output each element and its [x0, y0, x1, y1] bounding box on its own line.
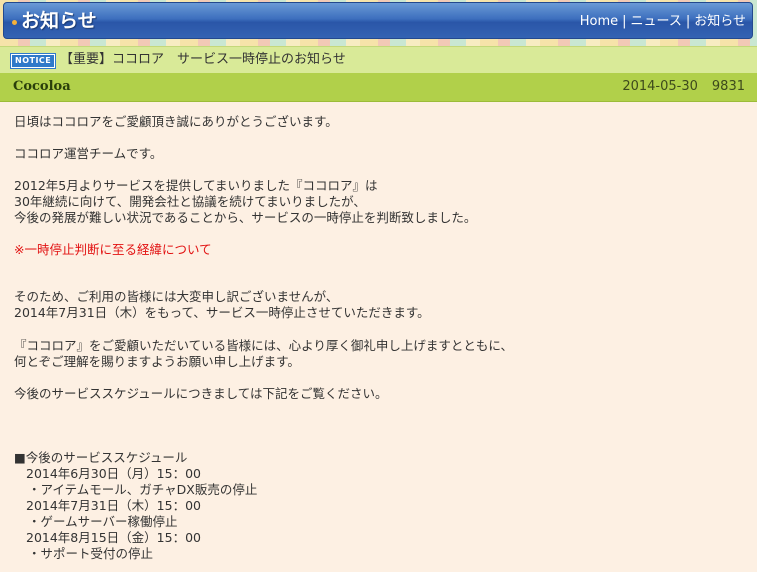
- breadcrumb-news-link[interactable]: ニュース: [631, 14, 682, 29]
- notice-body: 日頃はココロアをご愛顧頂き誠にありがとうございます。 ココロア運営チームです。 …: [0, 102, 757, 572]
- schedule-item: ・サポート受付の停止: [28, 546, 154, 561]
- notice-badge: NOTICE: [9, 53, 57, 69]
- view-count: 9831: [711, 79, 745, 94]
- body-text: 日頃はココロアをご愛顧頂き誠にありがとうございます。: [14, 114, 338, 129]
- page-header: お知らせ Home | ニュース | お知らせ: [3, 2, 753, 39]
- bullet-icon: [12, 20, 17, 25]
- body-text: 2012年5月よりサービスを提供してまいりました『ココロア』は: [14, 178, 378, 193]
- notice-title-bar: NOTICE 【重要】ココロア サービス一時停止のお知らせ: [0, 46, 757, 73]
- schedule-item: ・アイテムモール、ガチャDX販売の停止: [28, 482, 258, 497]
- schedule-date: 2014年7月31日（木）15：00: [26, 498, 201, 513]
- notice-meta-bar: Cocoloa 2014-05-30 9831: [0, 73, 757, 102]
- schedule-item: ・ゲームサーバー稼働停止: [28, 514, 178, 529]
- page-title: お知らせ: [21, 10, 97, 32]
- schedule-date: 2014年6月30日（月）15：00: [26, 466, 201, 481]
- breadcrumb: Home | ニュース | お知らせ: [580, 14, 746, 30]
- body-text: 2014年7月31日（木）をもって、サービス一時停止させていただきます。: [14, 305, 430, 320]
- breadcrumb-separator: |: [622, 14, 627, 29]
- breadcrumb-home-link[interactable]: Home: [580, 14, 618, 29]
- background-explanation-link[interactable]: ※一時停止判断に至る経緯について: [14, 242, 212, 258]
- breadcrumb-notice-link[interactable]: お知らせ: [694, 14, 746, 29]
- body-text: 何とぞご理解を賜りますようお願い申し上げます。: [14, 354, 300, 369]
- body-text: そのため、ご利用の皆様には大変申し訳ございませんが、: [14, 289, 339, 304]
- breadcrumb-separator: |: [685, 14, 691, 29]
- body-text: 30年継続に向けて、開発会社と協議を続けてまいりましたが、: [14, 194, 366, 209]
- schedule-date: 2014年8月15日（金）15：00: [26, 530, 201, 545]
- notice-title: 【重要】ココロア サービス一時停止のお知らせ: [60, 52, 346, 67]
- body-text: ココロア運営チームです。: [14, 146, 163, 161]
- body-text: 『ココロア』をご愛顧いただいている皆様には、心より厚く御礼申し上げますとともに、: [14, 338, 514, 353]
- post-date: 2014-05-30: [622, 79, 698, 94]
- notice-meta-info: 2014-05-30 9831: [622, 79, 745, 95]
- body-text: 今後の発展が難しい状況であることから、サービスの一時停止を判断致しました。: [14, 210, 477, 225]
- body-text: 今後のサービススケジュールにつきましては下記をご覧ください。: [14, 386, 388, 401]
- schedule-heading: ■今後のサービススケジュール: [14, 450, 188, 465]
- author-name: Cocoloa: [13, 79, 71, 94]
